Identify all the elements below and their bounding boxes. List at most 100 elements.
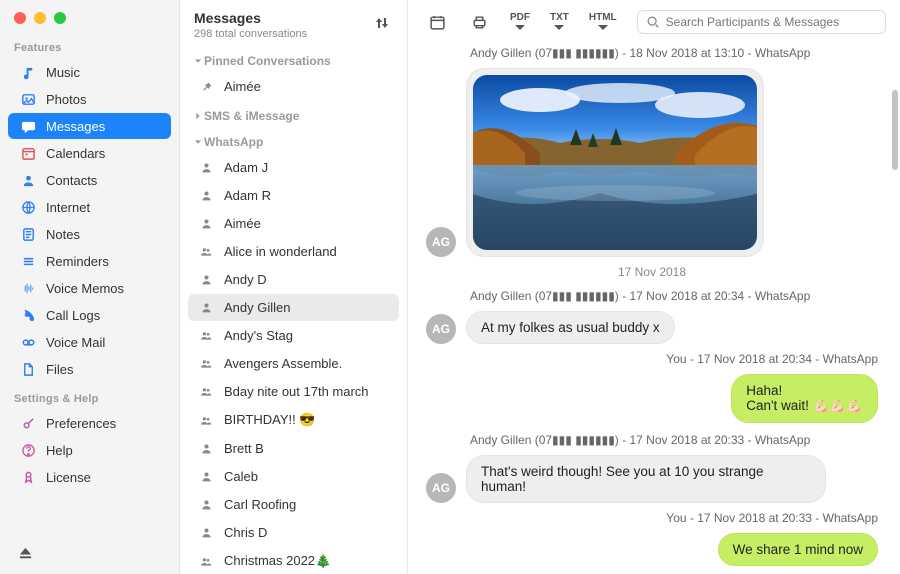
conversation-label: Bday nite out 17th march <box>224 384 369 399</box>
features-section-header: Features <box>0 32 179 58</box>
group-icon <box>198 414 214 427</box>
conversation-item[interactable]: Alice in wonderland <box>188 238 399 265</box>
calendar-filter-button[interactable] <box>426 11 448 33</box>
conversation-item[interactable]: Adam J <box>188 154 399 181</box>
zoom-window-button[interactable] <box>54 12 66 24</box>
message-meta: Andy Gillen (07▮▮▮ ▮▮▮▮▮▮) - 17 Nov 2018… <box>466 433 810 447</box>
sidebar-item-license[interactable]: License <box>8 464 171 490</box>
sidebar-item-call-logs[interactable]: Call Logs <box>8 302 171 328</box>
nav-label: Internet <box>46 200 90 215</box>
nav-label: Calendars <box>46 146 105 161</box>
conversations-subtitle: 298 total conversations <box>194 28 307 40</box>
outgoing-message[interactable]: We share 1 mind now <box>718 533 878 566</box>
person-icon <box>198 526 214 539</box>
sort-button[interactable] <box>371 12 393 34</box>
prefs-icon <box>20 415 36 431</box>
conversation-label: Aimée <box>224 216 261 231</box>
conversation-item[interactable]: Christmas 2022🎄 <box>188 547 399 574</box>
conversation-item[interactable]: Brett B <box>188 435 399 462</box>
sidebar-item-music[interactable]: Music <box>8 59 171 85</box>
sidebar-item-notes[interactable]: Notes <box>8 221 171 247</box>
print-button[interactable] <box>468 11 490 33</box>
export-html-label: HTML <box>589 13 617 23</box>
sidebar-item-voice-mail[interactable]: Voice Mail <box>8 329 171 355</box>
conversation-item[interactable]: Caleb <box>188 463 399 490</box>
conversation-item[interactable]: Andy's Stag <box>188 322 399 349</box>
person-icon <box>198 442 214 455</box>
outgoing-message[interactable]: Haha! Can't wait! 💪🏻💪🏻💪🏻 <box>731 374 878 423</box>
sidebar-item-messages[interactable]: Messages <box>8 113 171 139</box>
main-panel: PDF TXT HTML AG Andy Gillen (07▮▮▮ ▮▮ <box>408 0 900 574</box>
minimize-window-button[interactable] <box>34 12 46 24</box>
sidebar-item-photos[interactable]: Photos <box>8 86 171 112</box>
person-icon <box>198 161 214 174</box>
group-pinned[interactable]: Pinned Conversations <box>180 46 407 72</box>
sidebar-item-files[interactable]: Files <box>8 356 171 382</box>
settings-section-header: Settings & Help <box>0 383 179 409</box>
nav-label: Music <box>46 65 80 80</box>
incoming-message[interactable]: That's weird though! See you at 10 you s… <box>466 455 826 503</box>
sidebar-item-calendars[interactable]: Calendars <box>8 140 171 166</box>
avatar: AG <box>426 473 456 503</box>
nav-label: Preferences <box>46 416 116 431</box>
conversation-item[interactable]: Andy Gillen <box>188 294 399 321</box>
messages-icon <box>20 118 36 134</box>
group-whatsapp[interactable]: WhatsApp <box>180 127 407 153</box>
conversation-item[interactable]: Andy D <box>188 266 399 293</box>
conversation-item[interactable]: Avengers Assemble. <box>188 350 399 377</box>
calendar-icon <box>20 145 36 161</box>
nav-label: Reminders <box>46 254 109 269</box>
export-txt-button[interactable]: TXT <box>550 13 569 31</box>
reminders-icon <box>20 253 36 269</box>
conversation-item[interactable]: Adam R <box>188 182 399 209</box>
person-icon <box>198 498 214 511</box>
landscape-photo <box>473 75 757 250</box>
group-sms[interactable]: SMS & iMessage <box>180 101 407 127</box>
chat-scrollbar[interactable] <box>892 90 898 170</box>
nav-label: Notes <box>46 227 80 242</box>
eject-button[interactable] <box>14 542 36 564</box>
conversations-scroll[interactable]: Pinned Conversations Aimée SMS & iMessag… <box>180 46 407 574</box>
message-meta: You - 17 Nov 2018 at 20:33 - WhatsApp <box>662 511 878 525</box>
export-html-button[interactable]: HTML <box>589 13 617 31</box>
sidebar-item-internet[interactable]: Internet <box>8 194 171 220</box>
image-attachment[interactable] <box>466 68 764 257</box>
sidebar-item-preferences[interactable]: Preferences <box>8 410 171 436</box>
date-separator: 17 Nov 2018 <box>426 265 878 279</box>
conversation-item[interactable]: Aimée <box>188 73 399 100</box>
conversation-label: Adam J <box>224 160 268 175</box>
conversation-label: Caleb <box>224 469 258 484</box>
help-icon <box>20 442 36 458</box>
conversation-label: Avengers Assemble. <box>224 356 342 371</box>
conversation-label: Andy D <box>224 272 267 287</box>
voicemail-icon <box>20 334 36 350</box>
group-icon <box>198 555 214 568</box>
close-window-button[interactable] <box>14 12 26 24</box>
conversation-item[interactable]: Aimée <box>188 210 399 237</box>
sidebar-item-help[interactable]: Help <box>8 437 171 463</box>
pin-icon <box>198 80 214 93</box>
conversation-item[interactable]: BIRTHDAY!! 😎 <box>188 406 399 434</box>
sort-icon <box>374 15 390 31</box>
conversation-item[interactable]: Bday nite out 17th march <box>188 378 399 405</box>
sidebar-item-contacts[interactable]: Contacts <box>8 167 171 193</box>
sidebar-item-reminders[interactable]: Reminders <box>8 248 171 274</box>
export-pdf-button[interactable]: PDF <box>510 13 530 31</box>
sidebar-item-voice-memos[interactable]: Voice Memos <box>8 275 171 301</box>
message-meta: Andy Gillen (07▮▮▮ ▮▮▮▮▮▮) - 17 Nov 2018… <box>466 289 810 303</box>
person-icon <box>198 273 214 286</box>
chat-scroll[interactable]: AG Andy Gillen (07▮▮▮ ▮▮▮▮▮▮) - 18 Nov 2… <box>408 40 900 574</box>
person-icon <box>198 189 214 202</box>
conversation-item[interactable]: Chris D <box>188 519 399 546</box>
nav-label: Voice Mail <box>46 335 105 350</box>
person-icon <box>198 301 214 314</box>
search-box[interactable] <box>637 10 886 34</box>
search-input[interactable] <box>666 15 877 29</box>
conversation-label: Andy's Stag <box>224 328 293 343</box>
chevron-down-icon <box>515 25 525 31</box>
incoming-message[interactable]: At my folkes as usual buddy x <box>466 311 675 344</box>
conversations-title: Messages <box>194 10 307 26</box>
avatar: AG <box>426 314 456 344</box>
voicememos-icon <box>20 280 36 296</box>
conversation-item[interactable]: Carl Roofing <box>188 491 399 518</box>
